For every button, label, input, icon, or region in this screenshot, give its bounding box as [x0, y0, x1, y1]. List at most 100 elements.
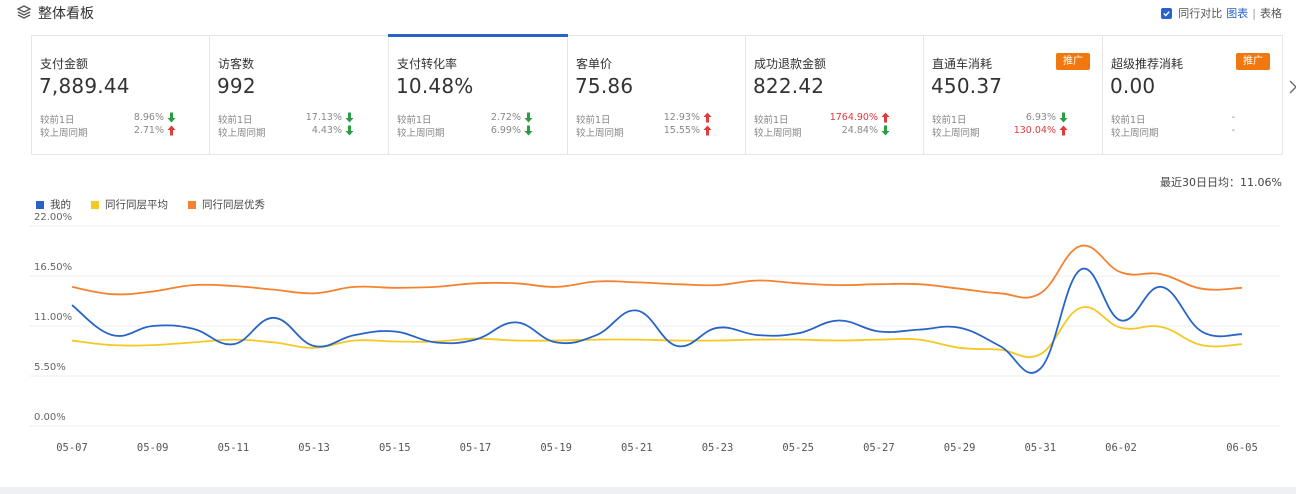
- comparison-label: 较前1日: [397, 115, 432, 126]
- metric-card[interactable]: 访客数 992 较前1日 17.13% 较上周同期 4.43%: [210, 36, 389, 154]
- promote-button[interactable]: 推广: [1056, 53, 1090, 70]
- x-tick-label: 06-05: [1226, 442, 1258, 454]
- arrow-down-icon: [881, 125, 890, 136]
- arrow-down-icon: [524, 112, 533, 123]
- metric-name: 支付金额: [40, 57, 89, 71]
- comparison-percent: 130.04%: [1013, 125, 1056, 136]
- metric-card[interactable]: 客单价 75.86 较前1日 12.93% 较上周同期 15.55%: [568, 36, 746, 154]
- y-tick-label: 5.50%: [34, 362, 66, 373]
- comparison-percent: 2.71%: [133, 125, 164, 136]
- comparison-label: 较上周同期: [40, 128, 88, 139]
- view-chart-link[interactable]: 图表: [1226, 5, 1248, 21]
- metric-name: 超级推荐消耗: [1111, 57, 1184, 71]
- comparison-label: 较上周同期: [397, 128, 445, 139]
- comparison-label: 较上周同期: [218, 128, 266, 139]
- comparison-label: 较前1日: [218, 115, 253, 126]
- legend-swatch: [36, 200, 44, 209]
- comparison-label: 较前1日: [1111, 115, 1146, 126]
- arrow-up-icon: [1059, 125, 1068, 136]
- legend-swatch: [188, 200, 196, 209]
- comparison-label: 较前1日: [754, 115, 789, 126]
- x-tick-label: 05-31: [1024, 442, 1056, 454]
- comparison-percent: 24.84%: [841, 125, 878, 136]
- footer-bar: [0, 487, 1296, 494]
- x-tick-label: 05-19: [540, 442, 572, 454]
- compare-label[interactable]: 同行对比: [1178, 5, 1222, 21]
- view-separator: |: [1252, 6, 1256, 20]
- arrow-down-icon: [524, 125, 533, 136]
- metric-card[interactable]: 成功退款金额 822.42 较前1日 1764.90% 较上周同期 24.84%: [746, 36, 924, 154]
- metric-card[interactable]: 支付金额 7,889.44 较前1日 8.96% 较上周同期 2.71%: [32, 36, 210, 154]
- series-line-peer-average: [71, 306, 1243, 359]
- x-tick-label: 05-07: [56, 442, 88, 454]
- promote-button[interactable]: 推广: [1236, 53, 1270, 70]
- comparison-percent: 15.55%: [663, 125, 700, 136]
- metric-card[interactable]: 支付转化率 10.48% 较前1日 2.72% 较上周同期 6.99%: [388, 34, 568, 154]
- conversion-rate-line-chart: 0.00% 5.50% 11.00% 16.50% 22.00% 05-07 05-09 05…: [30, 212, 1280, 454]
- metric-name: 直通车消耗: [932, 57, 993, 71]
- metric-value: 822.42: [753, 74, 825, 98]
- legend-swatch: [91, 200, 99, 209]
- x-tick-label: 05-17: [460, 442, 492, 454]
- comparison-percent: 8.96%: [133, 112, 164, 123]
- compare-checkbox[interactable]: [1161, 7, 1173, 19]
- comparison-percent: -: [1231, 112, 1235, 123]
- x-tick-label: 05-21: [621, 442, 653, 454]
- thirty-day-average: 最近30日日均：11.06%: [1160, 176, 1282, 189]
- metric-value: 75.86: [575, 74, 634, 98]
- metric-name: 客单价: [576, 57, 613, 71]
- metric-name: 访客数: [218, 57, 255, 71]
- x-tick-label: 05-29: [944, 442, 976, 454]
- comparison-percent: 2.72%: [490, 112, 521, 123]
- metric-value: 0.00: [1110, 74, 1156, 98]
- x-tick-label: 05-25: [782, 442, 814, 454]
- x-tick-label: 05-15: [379, 442, 411, 454]
- comparison-percent: 6.93%: [1025, 112, 1056, 123]
- metric-name: 支付转化率: [397, 57, 458, 71]
- comparison-percent: 4.43%: [311, 125, 342, 136]
- arrow-down-icon: [345, 112, 354, 123]
- comparison-label: 较上周同期: [932, 128, 980, 139]
- view-controls: 同行对比 图表 | 表格: [1161, 5, 1282, 21]
- x-tick-label: 05-11: [218, 442, 250, 454]
- view-table-link[interactable]: 表格: [1260, 5, 1282, 21]
- arrow-up-icon: [167, 125, 176, 136]
- layers-icon: [16, 5, 32, 19]
- arrow-up-icon: [703, 125, 712, 136]
- arrow-up-icon: [881, 112, 890, 123]
- comparison-percent: 1764.90%: [829, 112, 878, 123]
- metric-card[interactable]: 超级推荐消耗 0.00 推广较前1日 - 较上周同期 -: [1103, 36, 1282, 154]
- comparison-percent: 6.99%: [490, 125, 521, 136]
- comparison-label: 较前1日: [40, 115, 75, 126]
- comparison-label: 较前1日: [932, 115, 967, 126]
- arrow-down-icon: [167, 112, 176, 123]
- comparison-label: 较前1日: [576, 115, 611, 126]
- comparison-label: 较上周同期: [1111, 128, 1159, 139]
- metric-value: 7,889.44: [39, 74, 130, 98]
- comparison-percent: -: [1231, 125, 1235, 136]
- x-tick-label: 05-13: [298, 442, 330, 454]
- arrow-down-icon: [1059, 112, 1068, 123]
- x-tick-label: 05-27: [863, 442, 895, 454]
- comparison-percent: 17.13%: [305, 112, 342, 123]
- comparison-percent: 12.93%: [663, 112, 700, 123]
- metric-cards: 支付金额 7,889.44 较前1日 8.96% 较上周同期 2.71% 访客数 992 较前1…: [31, 34, 1283, 155]
- x-tick-label: 06-02: [1105, 442, 1137, 454]
- series-line-peer-excellent: [71, 244, 1243, 299]
- x-tick-label: 05-09: [137, 442, 169, 454]
- metric-card[interactable]: 直通车消耗 450.37 推广较前1日 6.93% 较上周同期 130.04%: [924, 36, 1103, 154]
- metric-value: 450.37: [931, 74, 1003, 98]
- arrow-up-icon: [703, 112, 712, 123]
- chevron-right-icon[interactable]: [1288, 80, 1296, 94]
- page-title: 整体看板: [38, 6, 94, 22]
- y-tick-label: 0.00%: [34, 412, 66, 423]
- x-tick-label: 05-23: [702, 442, 734, 454]
- metric-name: 成功退款金额: [754, 57, 827, 71]
- y-tick-label: 11.00%: [34, 312, 72, 323]
- metric-value: 992: [217, 74, 256, 98]
- check-icon: [1163, 10, 1171, 17]
- comparison-label: 较上周同期: [754, 128, 802, 139]
- dashboard-header: 整体看板 同行对比 图表 | 表格: [0, 0, 1296, 26]
- y-tick-label: 22.00%: [34, 212, 72, 223]
- y-tick-label: 16.50%: [34, 262, 72, 273]
